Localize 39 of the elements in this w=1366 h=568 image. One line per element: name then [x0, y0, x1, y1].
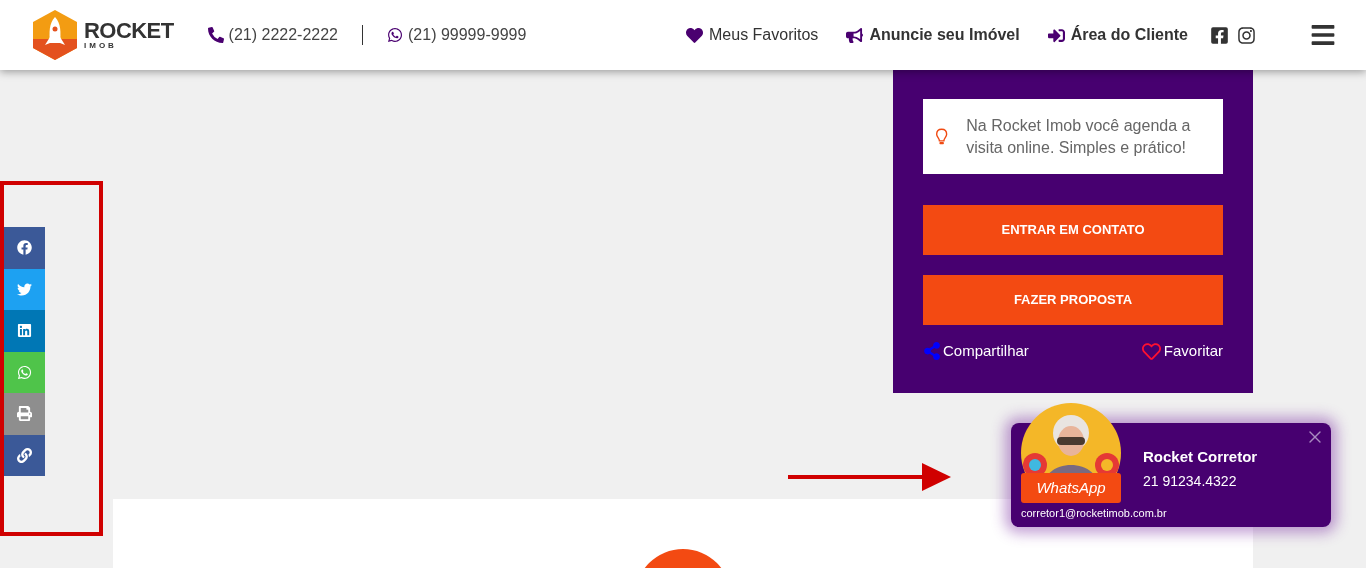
link-icon — [16, 447, 32, 463]
facebook-icon — [16, 240, 32, 256]
share-button[interactable] — [3, 351, 45, 393]
twitter-icon — [16, 281, 32, 297]
instagram-icon[interactable] — [1237, 25, 1256, 45]
logo-wordmark: ROCKET — [84, 20, 174, 42]
action-button[interactable]: ENTRAR EM CONTATO — [923, 205, 1223, 255]
linkedin-icon — [16, 323, 32, 339]
share-button[interactable] — [3, 227, 45, 269]
nav-link[interactable]: Área do Cliente — [1070, 23, 1188, 47]
share-link[interactable]: Compartilhar — [943, 340, 1029, 363]
share-icon — [923, 342, 941, 361]
phone-link[interactable]: (21) 2222-2222 — [228, 23, 338, 47]
share-button[interactable] — [3, 268, 45, 310]
share-button[interactable] — [3, 393, 45, 435]
rocket-logo-icon — [30, 9, 80, 61]
share-button[interactable] — [3, 310, 45, 352]
action-button[interactable]: FAZER PROPOSTA — [923, 275, 1223, 325]
agent-phone: 21 91234.4322 — [1143, 471, 1238, 491]
menu-icon[interactable] — [1310, 22, 1336, 48]
nav-link[interactable]: Anuncie seu Imóvel — [869, 23, 1020, 47]
whatsapp-icon — [387, 27, 403, 43]
favorite-link[interactable]: Favoritar — [1163, 340, 1223, 363]
logo-subtitle: IMOB — [84, 42, 118, 50]
agent-email: corretor1@rocketimob.com.br — [1021, 505, 1167, 521]
heart-icon — [1141, 341, 1161, 361]
login-icon — [1047, 26, 1065, 44]
tip-text: Na Rocket Imob você agenda a visita online. Simples e prático! — [966, 115, 1192, 158]
heart-icon — [686, 26, 703, 44]
facebook-icon[interactable] — [1210, 25, 1229, 45]
whatsapp-button[interactable]: WhatsApp — [1021, 473, 1121, 503]
share-button[interactable] — [3, 434, 45, 476]
agent-name: Rocket Corretor — [1143, 447, 1258, 467]
phone-link[interactable]: (21) 99999-9999 — [408, 23, 527, 47]
printer-icon — [16, 406, 32, 422]
megaphone-icon — [846, 26, 864, 44]
nav-link[interactable]: Meus Favoritos — [709, 23, 819, 47]
whatsapp-icon — [16, 364, 32, 380]
phone-icon — [207, 27, 224, 43]
